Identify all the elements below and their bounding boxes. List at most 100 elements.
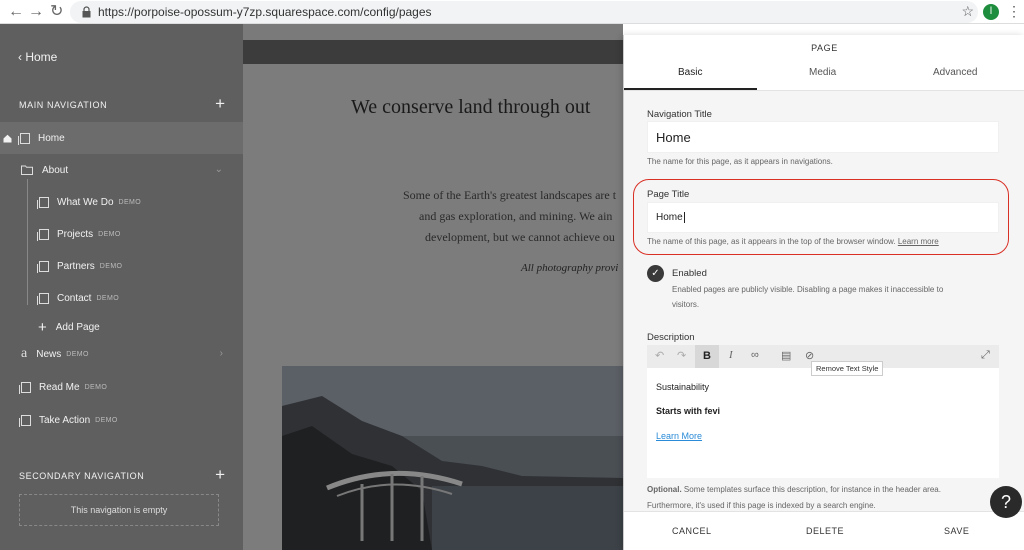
- sidebar-item-label: News: [36, 348, 62, 360]
- enabled-checkbox[interactable]: ✓: [647, 265, 664, 282]
- page-title-value: Home: [656, 212, 683, 223]
- sidebar-item-label: Take Action: [39, 414, 91, 426]
- bold-button[interactable]: B: [695, 345, 719, 368]
- browser-menu-icon[interactable]: ⋮: [1007, 3, 1021, 20]
- page-icon: [37, 228, 49, 241]
- editor-line: Sustainability: [656, 382, 710, 392]
- page-title-label: Page Title: [647, 189, 690, 200]
- tab-media[interactable]: Media: [809, 67, 836, 78]
- sidebar-item-take-action[interactable]: Take Action DEMO: [19, 404, 118, 436]
- sidebar-item-home[interactable]: Home: [3, 122, 65, 154]
- learn-more-link[interactable]: Learn more: [898, 237, 939, 246]
- help-button[interactable]: ?: [990, 486, 1022, 518]
- sidebar-item-label: Projects: [57, 228, 94, 240]
- blog-icon: a: [21, 346, 28, 361]
- link-icon[interactable]: ∞: [751, 349, 759, 361]
- description-label: Description: [647, 332, 695, 343]
- add-main-nav-button[interactable]: +: [215, 94, 225, 114]
- page-icon: [37, 260, 49, 273]
- enabled-label: Enabled: [672, 268, 707, 279]
- navigation-title-help: The name for this page, as it appears in…: [647, 157, 833, 166]
- expand-icon[interactable]: ⤢: [981, 349, 990, 362]
- address-bar[interactable]: https://porpoise-opossum-y7zp.squarespac…: [70, 1, 978, 23]
- sidebar-item-projects[interactable]: Projects DEMO: [37, 218, 121, 250]
- optional-help: Furthermore, it's used if this page is i…: [647, 501, 876, 510]
- editor-learn-more-link[interactable]: Learn More: [656, 431, 702, 441]
- main-navigation-label: MAIN NAVIGATION: [19, 100, 108, 110]
- panel-footer: CANCEL DELETE SAVE: [624, 511, 1024, 550]
- chevron-down-icon[interactable]: ⌄: [215, 164, 223, 175]
- secondary-navigation-label: SECONDARY NAVIGATION: [19, 471, 145, 481]
- save-button[interactable]: SAVE: [944, 526, 969, 536]
- page-icon: [37, 196, 49, 209]
- folder-icon: [21, 165, 33, 175]
- navigation-title-input[interactable]: Home: [647, 121, 999, 153]
- bookmark-star-icon[interactable]: ☆: [961, 3, 974, 20]
- page-title-input[interactable]: Home: [647, 202, 999, 233]
- forward-arrow-icon[interactable]: →: [28, 2, 44, 22]
- add-page-label: Add Page: [55, 321, 100, 333]
- page-icon: [19, 414, 31, 427]
- demo-badge: DEMO: [98, 230, 121, 238]
- empty-navigation-placeholder: This navigation is empty: [19, 494, 219, 526]
- active-tab-indicator: [624, 88, 757, 90]
- sidebar-item-label: Read Me: [39, 381, 80, 393]
- preview-caption: All photography provi: [521, 262, 619, 274]
- preview-text-line: and gas exploration, and mining. We ain: [419, 209, 613, 223]
- delete-button[interactable]: DELETE: [806, 526, 844, 536]
- tree-connector: [27, 179, 28, 305]
- page-settings-panel: PAGE Basic Media Advanced Navigation Tit…: [623, 35, 1024, 550]
- demo-badge: DEMO: [118, 198, 142, 206]
- sidebar-item-partners[interactable]: Partners DEMO: [37, 250, 123, 282]
- demo-badge: DEMO: [66, 350, 89, 358]
- back-arrow-icon[interactable]: ←: [8, 2, 24, 22]
- tab-basic[interactable]: Basic: [678, 67, 702, 78]
- italic-button[interactable]: I: [729, 349, 733, 361]
- undo-icon[interactable]: ↶: [655, 349, 664, 362]
- tab-advanced[interactable]: Advanced: [933, 67, 977, 78]
- sidebar-item-contact[interactable]: Contact DEMO: [37, 282, 120, 314]
- enabled-help: visitors.: [672, 300, 700, 309]
- sidebar-item-label: About: [42, 164, 69, 176]
- sidebar-item-label: Home: [38, 132, 65, 144]
- optional-help: Optional. Some templates surface this de…: [647, 485, 941, 494]
- enabled-help: Enabled pages are publicly visible. Disa…: [672, 285, 944, 294]
- demo-badge: DEMO: [95, 416, 118, 424]
- preview-text-line: development, but we cannot achieve ou: [425, 230, 615, 244]
- back-home-link[interactable]: ‹ Home: [18, 50, 57, 64]
- cancel-button[interactable]: CANCEL: [672, 526, 712, 536]
- sidebar-item-label: Partners: [57, 260, 95, 272]
- coastal-bridge-photo: [282, 366, 623, 550]
- sidebar-item-news[interactable]: a News DEMO: [21, 338, 89, 370]
- panel-form: Navigation Title Home The name for this …: [624, 91, 1024, 511]
- site-preview: We conserve land through out Some of the…: [243, 24, 623, 550]
- page-icon: [37, 292, 49, 305]
- sidebar-item-label: Contact: [57, 292, 92, 304]
- panel-title: PAGE: [811, 43, 838, 53]
- optional-label: Optional.: [647, 485, 682, 494]
- demo-badge: DEMO: [99, 262, 123, 270]
- sidebar-item-what-we-do[interactable]: What We Do DEMO: [37, 186, 142, 218]
- plus-icon: +: [38, 318, 47, 336]
- optional-help-text: Some templates surface this description,…: [683, 485, 941, 494]
- redo-icon[interactable]: ↷: [677, 349, 686, 362]
- navigation-title-label: Navigation Title: [647, 109, 712, 120]
- sidebar-item-about[interactable]: About: [21, 154, 68, 186]
- add-secondary-nav-button[interactable]: +: [215, 465, 225, 485]
- description-editor[interactable]: Sustainability Starts with fevi Learn Mo…: [647, 368, 999, 478]
- preview-text-line: Some of the Earth's greatest landscapes …: [403, 188, 617, 202]
- profile-avatar[interactable]: l: [983, 4, 999, 20]
- homepage-house-icon: [3, 134, 12, 142]
- demo-badge: DEMO: [96, 294, 120, 302]
- reload-icon[interactable]: ↻: [50, 2, 63, 22]
- lock-icon: [82, 6, 91, 18]
- page-title-help: The name of this page, as it appears in …: [647, 237, 939, 246]
- clipboard-icon[interactable]: ▤: [781, 349, 791, 362]
- chevron-right-icon[interactable]: ›: [220, 348, 223, 359]
- browser-toolbar: ← → ↻ https://porpoise-opossum-y7zp.squa…: [0, 0, 1024, 24]
- page-title-help-text: The name of this page, as it appears in …: [647, 237, 896, 246]
- preview-heading: We conserve land through out: [351, 96, 591, 118]
- pages-sidebar: ‹ Home MAIN NAVIGATION + Home About ⌄ Wh…: [0, 24, 243, 550]
- text-cursor: [683, 212, 685, 223]
- sidebar-item-read-me[interactable]: Read Me DEMO: [19, 371, 107, 403]
